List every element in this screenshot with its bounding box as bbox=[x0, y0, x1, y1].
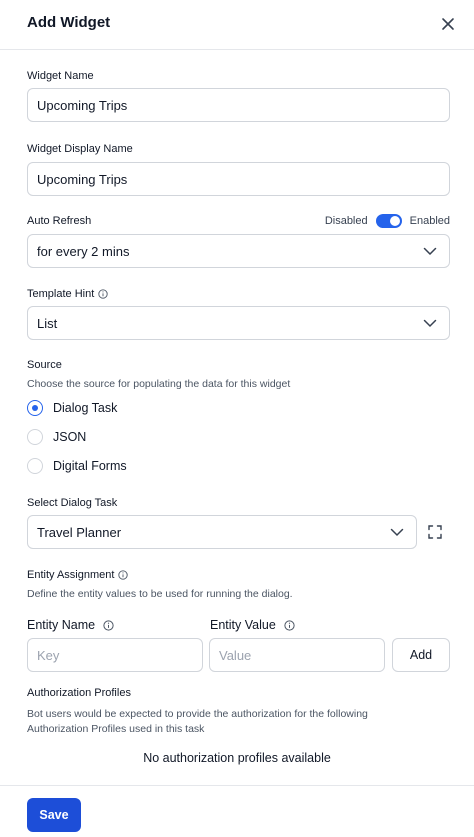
info-icon[interactable] bbox=[118, 570, 129, 580]
chevron-down-icon bbox=[423, 319, 437, 328]
entity-name-column-text: Entity Name bbox=[27, 618, 96, 632]
source-option-digital-forms[interactable]: Digital Forms bbox=[27, 458, 127, 474]
info-icon[interactable] bbox=[284, 620, 295, 631]
source-label: Source bbox=[27, 359, 62, 371]
auto-refresh-selected-value: for every 2 mins bbox=[37, 243, 130, 259]
chevron-down-icon bbox=[390, 528, 404, 537]
radio-dialog-task[interactable] bbox=[27, 400, 43, 416]
dialog-task-selected-value: Travel Planner bbox=[37, 524, 122, 540]
toggle-knob bbox=[389, 216, 400, 226]
entity-assignment-description: Define the entity values to be used for … bbox=[27, 588, 293, 600]
expand-icon[interactable] bbox=[428, 525, 442, 539]
entity-assignment-label: Entity Assignment bbox=[27, 569, 129, 581]
authorization-description-line2: Authorization Profiles used in this task bbox=[27, 723, 205, 735]
source-option-json[interactable]: JSON bbox=[27, 429, 86, 445]
info-icon[interactable] bbox=[103, 620, 114, 631]
toggle-enabled-label: Enabled bbox=[409, 215, 450, 227]
entity-value-field[interactable] bbox=[209, 638, 385, 672]
radio-json[interactable] bbox=[27, 429, 43, 445]
entity-value-input[interactable] bbox=[219, 647, 384, 663]
add-entity-button[interactable]: Add bbox=[392, 638, 450, 672]
authorization-description-line1: Bot users would be expected to provide t… bbox=[27, 708, 368, 720]
template-hint-label-text: Template Hint bbox=[27, 288, 95, 300]
radio-digital-forms-label: Digital Forms bbox=[53, 459, 127, 473]
toggle-disabled-label: Disabled bbox=[324, 215, 368, 227]
entity-value-column: Entity Value bbox=[210, 618, 295, 632]
auto-refresh-toggle-group: Disabled Enabled bbox=[325, 214, 450, 228]
info-icon[interactable] bbox=[98, 289, 108, 299]
source-option-dialog-task[interactable]: Dialog Task bbox=[27, 400, 117, 416]
save-button[interactable]: Save bbox=[27, 798, 81, 832]
authorization-label: Authorization Profiles bbox=[27, 687, 131, 699]
widget-display-name-label: Widget Display Name bbox=[27, 143, 133, 155]
dialog-title: Add Widget bbox=[27, 14, 111, 31]
widget-display-name-field[interactable] bbox=[27, 162, 450, 196]
widget-name-field[interactable] bbox=[27, 88, 450, 122]
close-icon[interactable] bbox=[439, 15, 457, 33]
widget-name-input[interactable] bbox=[37, 97, 449, 113]
template-hint-selected-value: List bbox=[37, 315, 58, 331]
entity-name-column: Entity Name bbox=[27, 618, 114, 632]
entity-assignment-label-text: Entity Assignment bbox=[27, 569, 115, 581]
authorization-empty-state: No authorization profiles available bbox=[143, 751, 331, 765]
auto-refresh-select[interactable]: for every 2 mins bbox=[27, 234, 450, 268]
radio-json-label: JSON bbox=[53, 430, 87, 444]
template-hint-label: Template Hint bbox=[27, 288, 108, 300]
chevron-down-icon bbox=[423, 247, 437, 256]
widget-display-name-input[interactable] bbox=[37, 171, 449, 187]
dialog-task-select[interactable]: Travel Planner bbox=[27, 515, 417, 549]
auto-refresh-toggle[interactable] bbox=[375, 214, 402, 228]
radio-dialog-task-label: Dialog Task bbox=[53, 401, 118, 415]
dialog-task-label: Select Dialog Task bbox=[27, 497, 118, 509]
radio-digital-forms[interactable] bbox=[27, 458, 43, 474]
auto-refresh-label: Auto Refresh bbox=[27, 215, 92, 227]
source-description: Choose the source for populating the dat… bbox=[27, 378, 291, 390]
widget-name-label: Widget Name bbox=[27, 70, 94, 82]
dialog-header: Add Widget bbox=[0, 0, 474, 50]
entity-value-column-text: Entity Value bbox=[210, 618, 276, 632]
entity-key-input[interactable] bbox=[37, 647, 202, 663]
template-hint-select[interactable]: List bbox=[27, 306, 450, 340]
entity-key-field[interactable] bbox=[27, 638, 203, 672]
